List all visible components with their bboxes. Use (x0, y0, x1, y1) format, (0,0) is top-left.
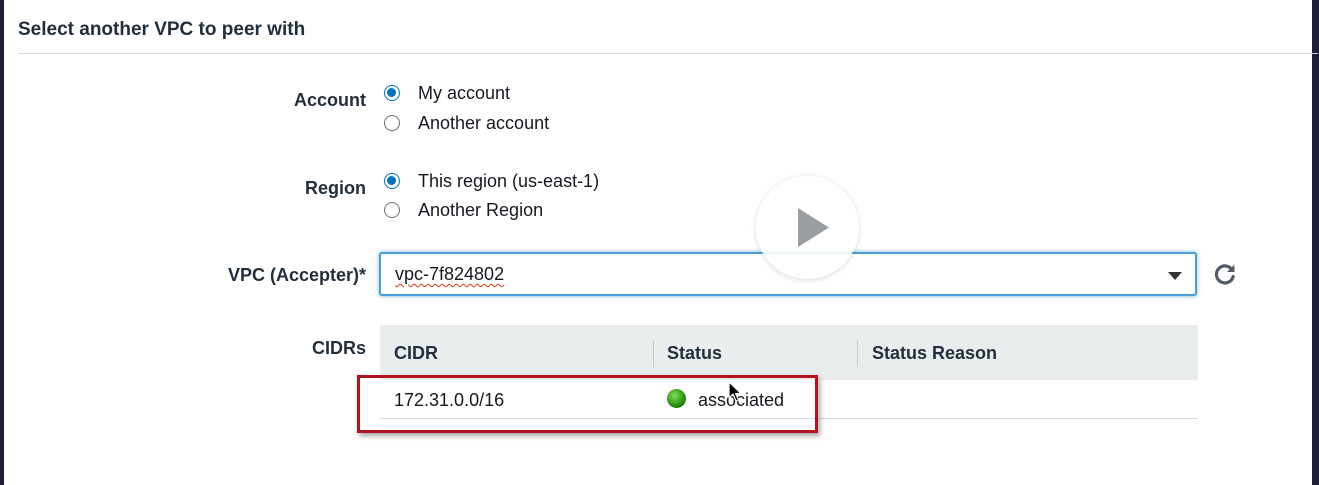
radio-label[interactable]: Another account (418, 113, 549, 134)
column-divider (653, 340, 654, 367)
radio-another-region[interactable] (384, 202, 400, 218)
column-header-status-reason[interactable]: Status Reason (872, 343, 997, 364)
table-header: CIDR Status Status Reason (380, 325, 1198, 380)
window-edge-left (0, 0, 4, 485)
play-button[interactable] (756, 176, 859, 279)
refresh-icon[interactable] (1212, 261, 1238, 287)
mouse-cursor-icon (728, 381, 742, 403)
radio-my-account[interactable] (384, 85, 400, 101)
account-label: Account (294, 90, 366, 110)
radio-label[interactable]: My account (418, 83, 510, 104)
account-option-my-account[interactable]: My account (384, 81, 510, 105)
vpc-accepter-value[interactable]: vpc-7f824802 (395, 264, 504, 285)
region-option-another-region[interactable]: Another Region (384, 198, 543, 222)
column-header-cidr[interactable]: CIDR (394, 343, 438, 364)
radio-label[interactable]: Another Region (418, 200, 543, 221)
cidrs-label: CIDRs (311, 338, 366, 358)
window-edge-right (1312, 0, 1319, 485)
radio-label[interactable]: This region (us-east-1) (418, 171, 599, 192)
column-divider (857, 340, 858, 367)
vpc-accepter-label: VPC (Accepter)* (227, 265, 366, 285)
region-option-this-region[interactable]: This region (us-east-1) (384, 169, 599, 193)
radio-this-region[interactable] (384, 173, 400, 189)
section-divider (18, 53, 1318, 54)
highlight-box (357, 375, 818, 433)
section-title: Select another VPC to peer with (18, 19, 306, 40)
column-header-status[interactable]: Status (667, 343, 722, 364)
account-option-another-account[interactable]: Another account (384, 111, 549, 135)
region-label: Region (305, 178, 366, 198)
play-icon[interactable] (756, 176, 859, 279)
radio-another-account[interactable] (384, 115, 400, 131)
caret-down-icon[interactable] (1168, 272, 1182, 280)
